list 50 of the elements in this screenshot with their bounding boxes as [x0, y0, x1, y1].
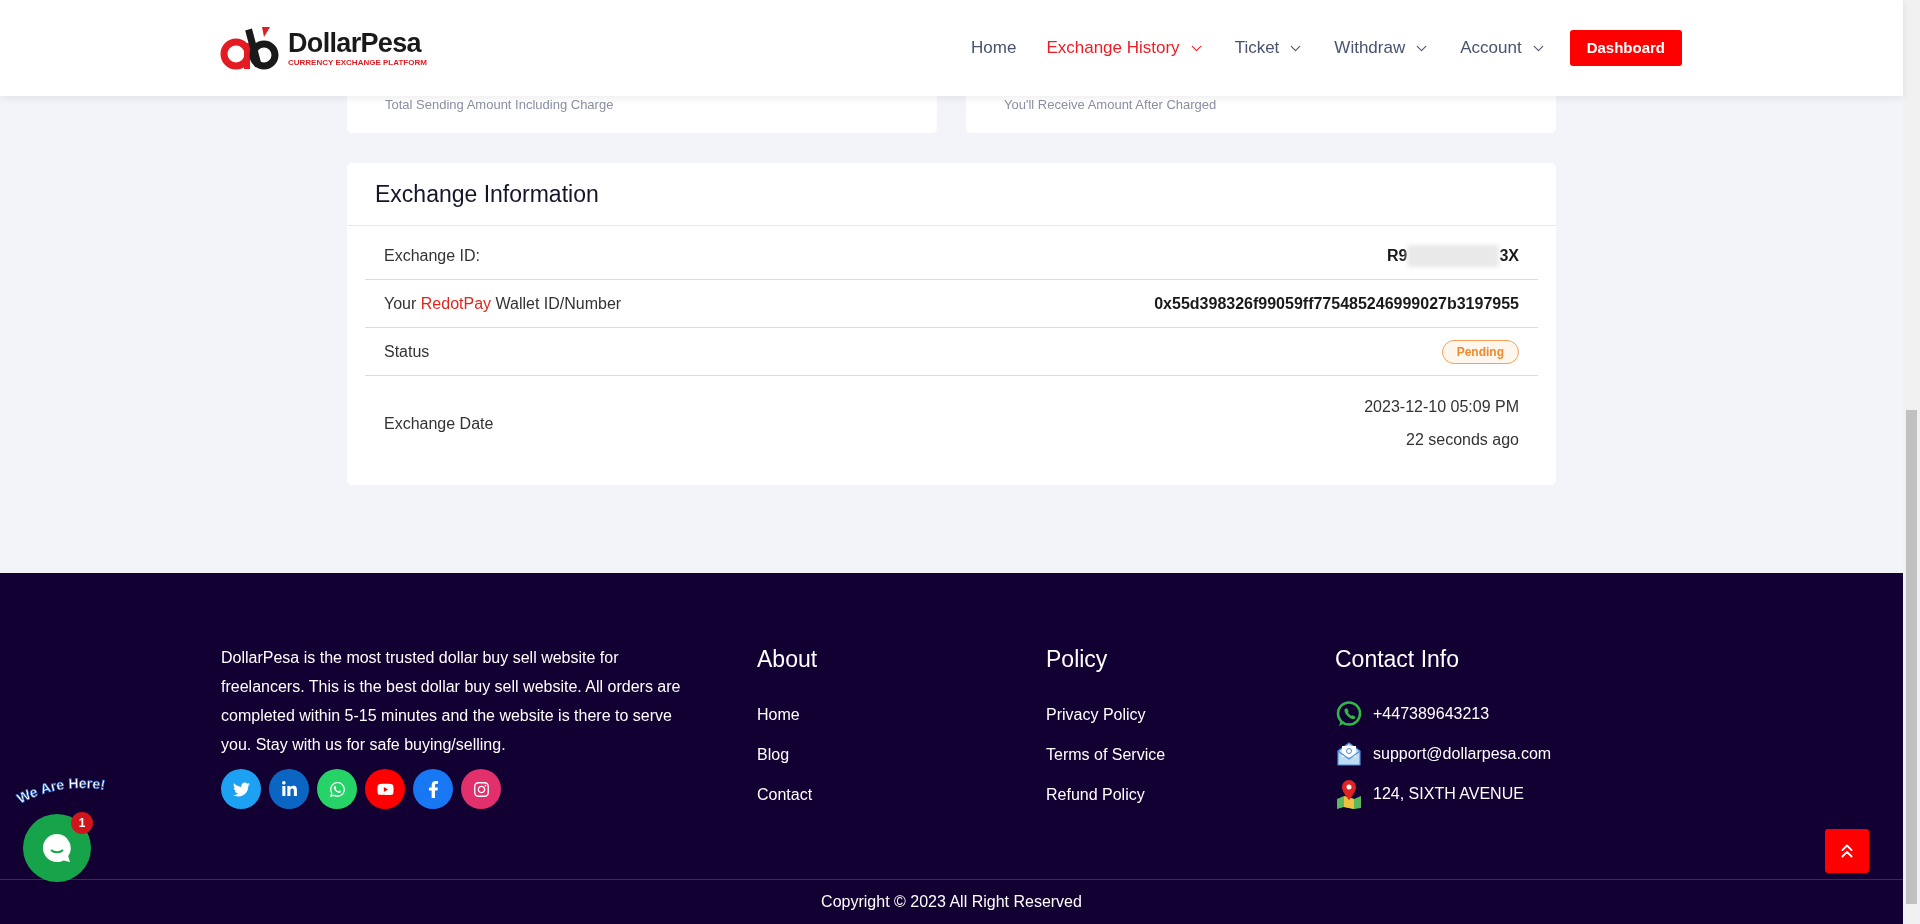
- card-title: Exchange Information: [375, 179, 599, 209]
- whatsapp-icon: [1335, 700, 1363, 728]
- footer-link[interactable]: Privacy Policy: [1046, 703, 1335, 727]
- footer-heading: About: [757, 648, 819, 671]
- nav-link[interactable]: Withdraw: [1319, 35, 1446, 61]
- footer-heading: Contact Info: [1335, 648, 1461, 671]
- row-label: Status: [384, 341, 430, 362]
- scrollbar[interactable]: [1903, 0, 1920, 924]
- footer-link[interactable]: Home: [757, 703, 1046, 727]
- nav-link[interactable]: Home: [956, 35, 1032, 61]
- row-label: Your RedotPay Wallet ID/Number: [384, 293, 622, 314]
- map-pin-icon: [1335, 779, 1363, 809]
- exchange-date: 2023-12-10 05:09 PM: [1364, 397, 1519, 417]
- nav-link[interactable]: Account: [1445, 35, 1562, 61]
- chat-greeting: We Are Here!: [14, 770, 144, 810]
- card-caption: You'll Receive Amount After Charged: [1004, 96, 1217, 111]
- about-paragraph: DollarPesa is the most trusted dollar buy sell website for freelancers. This is the best dollar buy sell website. All orders are completed within 5-15 minutes and the website is there to serve you. Stay with us for safe buying/selling.: [221, 648, 682, 755]
- footer-link[interactable]: Refund Policy: [1046, 783, 1335, 807]
- row-value: R9: [1386, 245, 1408, 266]
- chat-bubble-icon: [40, 831, 74, 865]
- dashboard-button[interactable]: Dashboard: [1569, 30, 1682, 66]
- row-value: 3X: [1499, 245, 1519, 266]
- whatsapp-link-icon[interactable]: [317, 769, 357, 809]
- logo-wordmark: DollarPesa: [288, 29, 423, 57]
- scroll-to-top-button[interactable]: [1825, 829, 1869, 873]
- contact-detail: 124, SIXTH AVENUE: [1373, 784, 1524, 804]
- logo-tagline: CURRENCY EXCHANGE PLATFORM: [288, 58, 427, 67]
- twitter-link-icon[interactable]: [221, 769, 261, 809]
- row-label: Exchange Date: [384, 413, 494, 434]
- footer-link[interactable]: Contact: [757, 783, 1046, 807]
- row-label: Exchange ID:: [384, 245, 481, 266]
- nav-link[interactable]: Exchange History: [1031, 35, 1220, 61]
- card-caption: Total Sending Amount Including Charge: [385, 96, 614, 111]
- copyright-text: Copyright © 2023 All Right Reserved: [821, 892, 1082, 912]
- facebook-link-icon[interactable]: [413, 769, 453, 809]
- relative-time: 22 seconds ago: [1406, 430, 1519, 450]
- nav-link[interactable]: Ticket: [1219, 35, 1320, 61]
- instagram-link-icon[interactable]: [461, 769, 501, 809]
- footer-link[interactable]: Blog: [757, 743, 1046, 767]
- row-value: 0x55d398326f99059ff775485246999027b3197955: [1154, 293, 1519, 314]
- youtube-link-icon[interactable]: [365, 769, 405, 809]
- footer-link[interactable]: Terms of Service: [1046, 743, 1335, 767]
- contact-detail: support@dollarpesa.com: [1373, 744, 1552, 764]
- contact-detail: +447389643213: [1373, 704, 1490, 724]
- footer-heading: Policy: [1046, 648, 1109, 671]
- envelope-icon: [1335, 740, 1363, 768]
- status-badge: Pending: [1441, 339, 1519, 364]
- linkedin-link-icon[interactable]: [269, 769, 309, 809]
- chat-button[interactable]: [23, 814, 91, 882]
- notification-badge: 1: [71, 812, 93, 834]
